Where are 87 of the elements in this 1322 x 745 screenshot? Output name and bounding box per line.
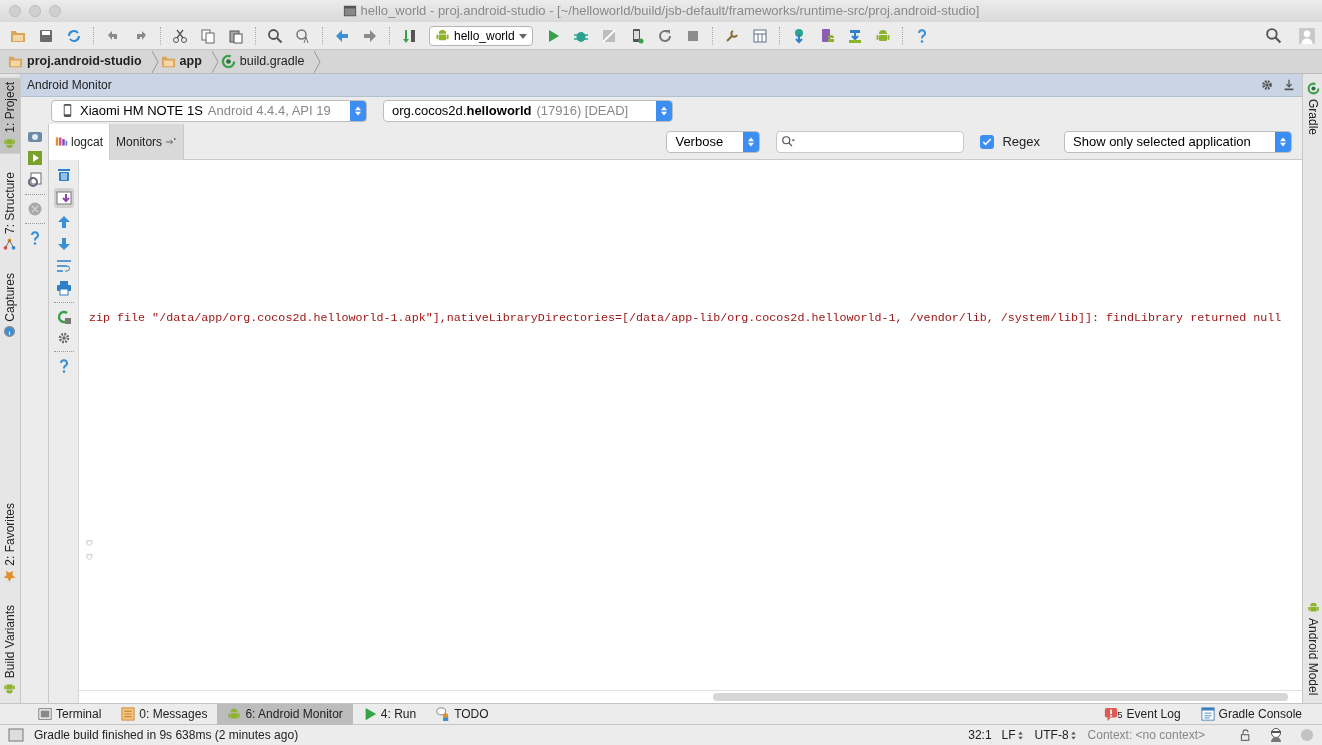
run-configuration-dropdown[interactable]: hello_world bbox=[429, 25, 533, 46]
process-dropdown[interactable]: org.cocos2d.helloworld (17916) [DEAD] bbox=[383, 99, 673, 122]
status-message: Gradle build finished in 9s 638ms (2 minutes ago) bbox=[34, 727, 299, 744]
tool-window-tab[interactable]: 4: Run bbox=[352, 703, 427, 725]
context-label: Context: <no context> bbox=[1087, 727, 1205, 744]
regex-checkbox[interactable]: Regex bbox=[980, 131, 1040, 152]
line-separator[interactable]: LF bbox=[1001, 726, 1025, 744]
paste-icon[interactable] bbox=[228, 27, 244, 44]
panel-tab[interactable]: Monitors bbox=[110, 123, 185, 160]
log-line: zip file "/data/app/org.cocos2d.helloworld-1.apk"],nativeLibraryDirectories=[/data/app-lib/org.cocos2d.helloworld-1, /vendor/lib, /system/lib]]: findLibrary returned null bbox=[89, 310, 1283, 327]
panel-title: Android Monitor bbox=[27, 77, 112, 94]
count-label: 5 bbox=[1117, 709, 1123, 722]
breadcrumb[interactable]: app bbox=[158, 52, 212, 71]
android-icon[interactable] bbox=[874, 27, 891, 44]
gradle-icon bbox=[220, 54, 236, 69]
window-title: hello_world - proj.android-studio - [~/helloworld/build/jsb-default/frameworks/runtime-src/proj.android-studio] bbox=[360, 2, 980, 20]
chevron-icon bbox=[314, 50, 322, 73]
settings-icon[interactable] bbox=[1260, 78, 1274, 92]
breadcrumb[interactable]: proj.android-studio bbox=[6, 52, 152, 71]
gradle-icon bbox=[1306, 82, 1320, 95]
tool-window-tab[interactable]: 0: Messages bbox=[111, 703, 218, 725]
tool-window-tab[interactable]: 6: Android Monitor bbox=[217, 703, 353, 725]
chevron-icon bbox=[211, 50, 219, 73]
rerun-icon[interactable] bbox=[656, 27, 673, 44]
tool-window-tab[interactable]: Gradle Console bbox=[1190, 703, 1312, 725]
tool-window-tab[interactable]: 5 Event Log bbox=[1093, 703, 1191, 725]
search-icon[interactable] bbox=[267, 27, 283, 44]
panel-toggle-icon[interactable] bbox=[8, 727, 24, 743]
replace-icon[interactable] bbox=[295, 27, 311, 44]
tool-window-tab[interactable]: Build Variants bbox=[0, 600, 20, 699]
search-icon bbox=[781, 134, 796, 149]
settings-icon[interactable] bbox=[56, 331, 71, 345]
android-icon bbox=[3, 682, 17, 695]
cut-icon[interactable] bbox=[172, 27, 188, 44]
tool-window-tab[interactable]: 2: Favorites bbox=[0, 499, 20, 587]
event-log-icon bbox=[1103, 707, 1118, 721]
stop-icon[interactable] bbox=[26, 201, 43, 217]
android-icon bbox=[3, 136, 17, 150]
project-structure-icon[interactable] bbox=[751, 27, 768, 44]
log-level-dropdown[interactable]: Verbose bbox=[666, 130, 761, 153]
print-icon[interactable] bbox=[55, 280, 72, 296]
search-icon[interactable] bbox=[1265, 27, 1282, 44]
tool-window-tab[interactable]: 1: Project bbox=[0, 78, 20, 154]
android-icon bbox=[435, 28, 450, 43]
tool-window-tab[interactable]: TODO bbox=[426, 703, 499, 725]
tool-window-tab[interactable]: Gradle bbox=[1303, 80, 1322, 138]
sdk-manager-icon[interactable] bbox=[846, 27, 863, 44]
chevron-icon bbox=[151, 50, 159, 73]
build-icon[interactable] bbox=[401, 27, 417, 44]
restart-icon[interactable] bbox=[55, 309, 72, 325]
tool-window-tab[interactable]: Terminal bbox=[28, 703, 112, 725]
tool-window-tab[interactable]: 7: Structure bbox=[0, 167, 20, 255]
console-icon bbox=[1200, 707, 1215, 721]
lock-icon[interactable] bbox=[1239, 728, 1252, 742]
encoding[interactable]: UTF-8 bbox=[1034, 726, 1078, 744]
tool-window-tab[interactable]: Captures bbox=[0, 268, 20, 343]
device-dropdown[interactable]: Xiaomi HM NOTE 1S Android 4.4.4, API 19 bbox=[51, 99, 367, 122]
record-icon[interactable] bbox=[26, 150, 43, 166]
messages-icon bbox=[121, 707, 136, 721]
todo-icon bbox=[436, 707, 451, 721]
screen-record-icon[interactable] bbox=[26, 172, 43, 188]
android-icon bbox=[1306, 600, 1320, 614]
user-icon[interactable] bbox=[1298, 26, 1316, 45]
app-filter-dropdown[interactable]: Show only selected application bbox=[1064, 130, 1292, 153]
logcat-icon bbox=[55, 135, 68, 148]
trash-icon[interactable] bbox=[55, 166, 72, 182]
forward-arrow-icon[interactable] bbox=[362, 27, 378, 44]
sync-icon[interactable] bbox=[66, 27, 82, 44]
scroll-to-end-icon[interactable] bbox=[55, 190, 72, 206]
caret-icon bbox=[518, 31, 527, 40]
copy-icon[interactable] bbox=[200, 27, 216, 44]
hide-icon[interactable] bbox=[1282, 78, 1296, 92]
tool-window-tab[interactable]: Android Model bbox=[1303, 598, 1322, 697]
caret-position[interactable]: 32:1 bbox=[968, 726, 992, 744]
panel-tab[interactable]: logcat bbox=[49, 123, 111, 160]
soft-wrap-icon[interactable] bbox=[55, 258, 72, 274]
horizontal-scrollbar[interactable] bbox=[713, 693, 1288, 701]
structure-icon bbox=[3, 237, 17, 251]
save-icon[interactable] bbox=[38, 27, 54, 44]
star-icon bbox=[3, 569, 17, 583]
stopwatch-icon bbox=[3, 325, 17, 339]
status-dot-icon bbox=[1300, 728, 1314, 742]
inspector-icon[interactable] bbox=[1268, 727, 1284, 743]
terminal-icon bbox=[38, 707, 52, 721]
breadcrumb[interactable]: build.gradle bbox=[218, 52, 315, 71]
search-field[interactable] bbox=[776, 130, 965, 153]
android-icon bbox=[227, 707, 242, 721]
